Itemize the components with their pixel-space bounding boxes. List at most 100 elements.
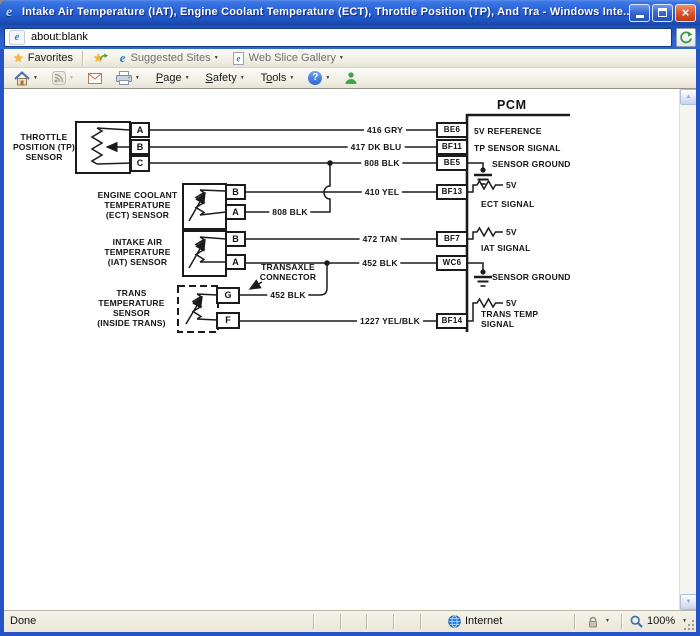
globe-icon <box>448 615 461 628</box>
zoom-control[interactable]: 100% ▼ <box>630 611 687 632</box>
wire-label: 808 BLK <box>361 158 402 168</box>
chevron-down-icon: ▼ <box>185 75 190 81</box>
wire-label: 417 DK BLU <box>348 142 405 152</box>
chevron-down-icon: ▼ <box>214 55 219 61</box>
wire-label: 1227 YEL/BLK <box>357 316 423 326</box>
maximize-button[interactable] <box>652 4 673 22</box>
security-zone-label: Internet <box>465 611 502 632</box>
tp-sensor-label: THROTTLEPOSITION (TP)SENSOR <box>4 132 88 162</box>
pcm-pin-function: TRANS TEMP <box>481 309 538 319</box>
add-to-favorites-button[interactable]: ★ <box>91 51 110 65</box>
refresh-button[interactable] <box>676 28 696 47</box>
refresh-icon <box>679 30 693 44</box>
pcm-pin-function: 5V REFERENCE <box>474 126 542 136</box>
tp-pin-a: A <box>130 122 150 138</box>
add-favorite-arrows-icon <box>100 53 108 63</box>
wiring-diagram: THROTTLEPOSITION (TP)SENSOR ENGINE COOLA… <box>4 89 696 610</box>
wire-label: 472 TAN <box>360 234 401 244</box>
wire-label: 410 YEL <box>362 187 402 197</box>
rss-icon <box>52 71 66 85</box>
resize-grip[interactable] <box>692 628 694 630</box>
separator <box>574 614 576 629</box>
pcm-pin-function: TP SENSOR SIGNAL <box>474 143 561 153</box>
pcm-pin-bf14: BF14 <box>436 313 468 329</box>
iat-sensor-label: INTAKE AIRTEMPERATURE(IAT) SENSOR <box>90 237 185 267</box>
chevron-down-icon: ▼ <box>289 75 294 81</box>
web-slice-gallery-button[interactable]: e Web Slice Gallery ▼ <box>231 49 346 67</box>
pcm-pin-function: SIGNAL <box>481 319 514 329</box>
vertical-scrollbar[interactable]: ▲ ▼ <box>679 89 696 610</box>
minimize-button[interactable] <box>629 4 650 22</box>
svg-text:e: e <box>236 53 240 63</box>
magnifier-icon <box>630 615 643 628</box>
separator <box>420 614 422 629</box>
separator <box>82 51 84 65</box>
title-bar: e Intake Air Temperature (IAT), Engine C… <box>0 0 700 25</box>
iat-pin-a: A <box>225 254 246 270</box>
home-icon <box>14 71 30 86</box>
scroll-up-button[interactable]: ▲ <box>680 89 696 105</box>
help-menu-button[interactable]: ? ▼ <box>306 71 332 85</box>
supply-label: 5V <box>506 298 517 308</box>
status-bar: Done Internet ▼ <box>4 610 696 632</box>
pcm-pin-bf7: BF7 <box>436 231 468 247</box>
messenger-button[interactable] <box>342 71 360 85</box>
pcm-pin-function: SENSOR GROUND <box>492 159 571 169</box>
pcm-pin-bf11: BF11 <box>436 139 468 155</box>
pcm-pin-function: SENSOR GROUND <box>492 272 571 282</box>
feeds-button[interactable]: ▼ <box>50 71 76 85</box>
page-content: THROTTLEPOSITION (TP)SENSOR ENGINE COOLA… <box>4 89 696 610</box>
favorites-star-icon: ★ <box>13 51 24 65</box>
print-button[interactable]: ▼ <box>114 71 142 85</box>
window-frame <box>0 632 700 636</box>
suggested-sites-label: Suggested Sites <box>131 49 211 67</box>
separator <box>621 614 623 629</box>
chevron-down-icon: ▼ <box>339 55 344 61</box>
web-slice-gallery-label: Web Slice Gallery <box>249 49 336 67</box>
wire-label: 452 BLK <box>267 290 308 300</box>
command-bar: ▼ ▼ <box>4 68 696 89</box>
favorites-button[interactable]: ★ Favorites <box>11 49 75 67</box>
address-bar[interactable]: e about:blank <box>4 28 672 47</box>
browser-window: e Intake Air Temperature (IAT), Engine C… <box>0 0 700 636</box>
supply-label: 5V <box>506 180 517 190</box>
home-button[interactable]: ▼ <box>12 71 40 86</box>
window-title: Intake Air Temperature (IAT), Engine Coo… <box>22 0 629 25</box>
chevron-down-icon: ▼ <box>33 75 38 81</box>
chevron-down-icon: ▼ <box>605 611 610 632</box>
web-slice-page-icon: e <box>233 52 244 65</box>
close-icon: × <box>682 6 690 19</box>
protected-mode-button[interactable]: ▼ <box>587 611 610 632</box>
scroll-down-icon: ▼ <box>686 599 692 605</box>
page-favicon-icon: e <box>9 30 25 45</box>
tools-menu-button[interactable]: Tools ▼ <box>259 69 297 87</box>
pcm-pin-function: ECT SIGNAL <box>481 199 534 209</box>
suggested-sites-icon: e <box>120 51 126 65</box>
zoom-level: 100% <box>647 611 675 632</box>
help-icon: ? <box>308 71 322 85</box>
lock-icon <box>587 616 599 628</box>
safety-menu-button[interactable]: Safety ▼ <box>204 69 247 87</box>
address-url[interactable]: about:blank <box>31 28 88 47</box>
pcm-pin-be5: BE5 <box>436 155 468 171</box>
separator <box>393 614 395 629</box>
scroll-down-button[interactable]: ▼ <box>680 594 696 610</box>
transaxle-connector-label: TRANSAXLECONNECTOR <box>248 262 328 282</box>
page-menu-button[interactable]: Page ▼ <box>154 69 192 87</box>
chevron-down-icon: ▼ <box>135 75 140 81</box>
chevron-down-icon: ▼ <box>325 75 330 81</box>
ect-sensor-label: ENGINE COOLANTTEMPERATURE(ECT) SENSOR <box>90 190 185 220</box>
printer-icon <box>116 71 132 85</box>
favorites-label: Favorites <box>28 49 73 67</box>
read-mail-button[interactable] <box>86 73 104 84</box>
pcm-title: PCM <box>497 99 527 112</box>
trans-pin-g: G <box>216 287 240 304</box>
separator <box>313 614 315 629</box>
wire-label: 808 BLK <box>269 207 310 217</box>
tp-pin-b: B <box>130 139 150 155</box>
chevron-down-icon: ▼ <box>240 75 245 81</box>
close-button[interactable]: × <box>675 4 696 22</box>
minimize-icon <box>636 15 644 18</box>
suggested-sites-button[interactable]: e Suggested Sites ▼ <box>118 49 221 67</box>
pcm-pin-be6: BE6 <box>436 122 468 138</box>
